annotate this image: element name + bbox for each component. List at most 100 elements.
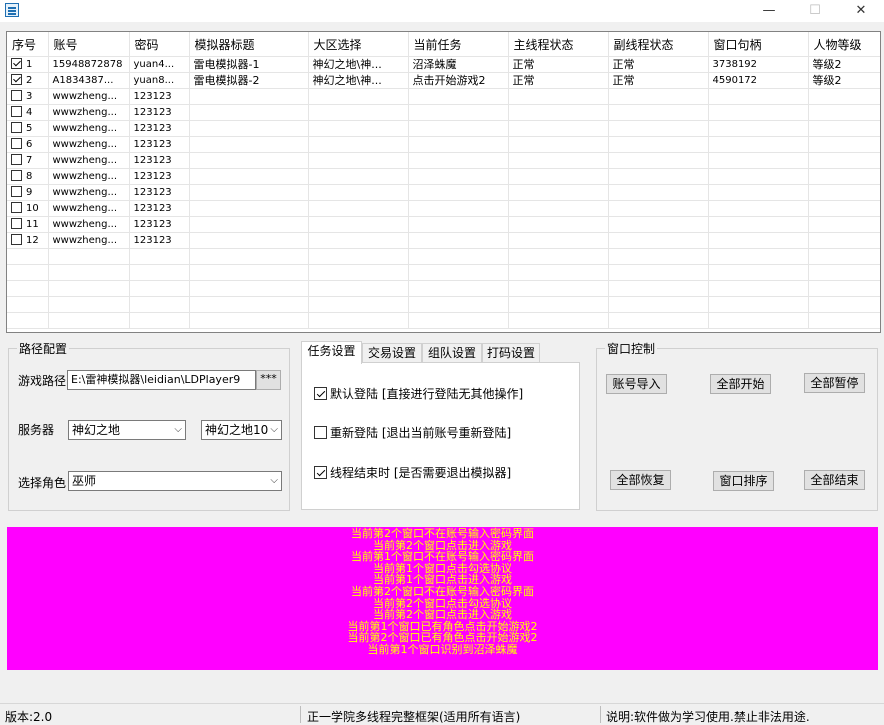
column-header[interactable]: 大区选择 [308,32,409,57]
empty-cell [308,264,409,281]
empty-cell [7,312,49,329]
empty-cell [7,264,49,281]
row-checkbox[interactable] [11,58,22,69]
table-cell [308,168,409,185]
column-header[interactable]: 模拟器标题 [189,32,309,57]
import-accounts-button[interactable]: 账号导入 [606,374,667,394]
table-cell [708,120,809,137]
row-checkbox[interactable] [11,106,22,117]
table-cell [608,184,709,201]
table-row[interactable]: 12 wwwzheng... 123123 [7,232,880,249]
minimize-button[interactable]: — [746,0,792,22]
tab-task-settings[interactable]: 任务设置 [301,341,362,364]
table-cell: 6 [7,136,49,153]
exit-emulator-option[interactable]: 线程结束时 [是否需要退出模拟器] [314,464,511,481]
table-cell: 123123 [129,88,190,105]
row-index: 5 [26,123,33,134]
table-cell: 10 [7,200,49,217]
table-row[interactable]: 5 wwwzheng... 123123 [7,120,880,137]
server-select-value: 神幻之地 [72,423,121,437]
column-header[interactable]: 人物等级 [808,32,880,57]
tab-trade-settings[interactable]: 交易设置 [362,343,422,363]
role-select[interactable]: 巫师 ⌵ [68,471,282,491]
table-cell [708,216,809,233]
row-checkbox[interactable] [11,186,22,197]
table-cell [308,88,409,105]
relogin-option[interactable]: 重新登陆 [退出当前账号重新登陆] [314,424,511,441]
row-checkbox[interactable] [11,154,22,165]
table-row[interactable]: 10 wwwzheng... 123123 [7,200,880,217]
column-header[interactable]: 密码 [129,32,190,57]
account-grid[interactable]: 序号 账号 密码 模拟器标题 大区选择 当前任务 主线程状态 副线程状态 窗口句柄 人物等级 11… [6,31,881,333]
row-checkbox[interactable] [11,90,22,101]
table-cell [808,232,880,249]
row-checkbox[interactable] [11,234,22,245]
row-checkbox[interactable] [11,170,22,181]
table-cell [508,88,609,105]
server-select[interactable]: 神幻之地 ⌵ [68,420,186,440]
default-login-option[interactable]: 默认登陆 [直接进行登陆无其他操作] [314,385,523,402]
log-line: 当前第2个窗口不在账号输入密码界面 [351,527,534,540]
row-checkbox[interactable] [11,202,22,213]
row-checkbox[interactable] [11,122,22,133]
table-cell [189,104,309,121]
empty-cell [7,248,49,265]
table-cell: wwwzheng... [48,104,130,121]
column-header[interactable]: 窗口句柄 [708,32,809,57]
table-row[interactable]: 2 A1834387... yuan8... 雷电模拟器-2 神幻之地\神... 点击开始… [7,72,880,89]
column-header[interactable]: 序号 [7,32,49,57]
table-row[interactable]: 4 wwwzheng... 123123 [7,104,880,121]
table-row[interactable]: 1 15948872878 yuan4... 雷电模拟器-1 神幻之地\神... 沼泽蛛魔… [7,56,880,73]
column-header[interactable]: 当前任务 [408,32,509,57]
log-output[interactable]: 当前第2个窗口不在账号输入密码界面 当前第2个窗口点击进入游戏 当前第1个窗口不在账… [7,527,878,670]
table-cell [408,200,509,217]
table-cell [708,232,809,249]
default-login-checkbox[interactable] [314,387,327,400]
table-cell [608,152,709,169]
table-cell: wwwzheng... [48,120,130,137]
end-all-button[interactable]: 全部结束 [804,470,865,490]
column-header[interactable]: 主线程状态 [508,32,609,57]
browse-button[interactable]: *** [256,370,281,390]
table-row[interactable]: 8 wwwzheng... 123123 [7,168,880,185]
table-cell [808,216,880,233]
column-header[interactable]: 副线程状态 [608,32,709,57]
table-cell [808,136,880,153]
pause-all-button[interactable]: 全部暂停 [804,373,865,393]
exit-emulator-checkbox[interactable] [314,466,327,479]
sub-server-select[interactable]: 神幻之地10 ⌵ [201,420,282,440]
row-checkbox[interactable] [11,218,22,229]
table-row[interactable]: 3 wwwzheng... 123123 [7,88,880,105]
role-label: 选择角色 [18,476,67,490]
game-path-input[interactable]: E:\雷神模拟器\leidian\LDPlayer9 [67,370,256,390]
empty-cell [7,280,49,297]
empty-cell [708,280,809,297]
table-cell [508,120,609,137]
tab-team-settings[interactable]: 组队设置 [422,343,482,363]
maximize-button[interactable]: ☐ [792,0,838,22]
close-button[interactable]: ✕ [838,0,884,22]
table-cell: A1834387... [48,72,130,89]
row-checkbox[interactable] [11,74,22,85]
row-checkbox[interactable] [11,138,22,149]
table-row[interactable]: 6 wwwzheng... 123123 [7,136,880,153]
relogin-checkbox[interactable] [314,426,327,439]
table-row[interactable]: 11 wwwzheng... 123123 [7,216,880,233]
table-row[interactable]: 9 wwwzheng... 123123 [7,184,880,201]
column-header[interactable]: 账号 [48,32,130,57]
empty-cell [408,264,509,281]
log-line: 当前第2个窗口不在账号输入密码界面 [351,584,534,598]
table-cell: wwwzheng... [48,184,130,201]
start-all-button[interactable]: 全部开始 [710,374,771,394]
tab-captcha-settings[interactable]: 打码设置 [482,343,540,363]
empty-row [7,312,880,329]
empty-cell [808,264,880,281]
table-cell [808,168,880,185]
table-cell: 雷电模拟器-2 [189,72,309,89]
row-index: 3 [26,91,33,102]
table-row[interactable]: 7 wwwzheng... 123123 [7,152,880,169]
table-cell [408,216,509,233]
sort-windows-button[interactable]: 窗口排序 [713,471,774,491]
empty-row [7,280,880,297]
resume-all-button[interactable]: 全部恢复 [610,470,671,490]
